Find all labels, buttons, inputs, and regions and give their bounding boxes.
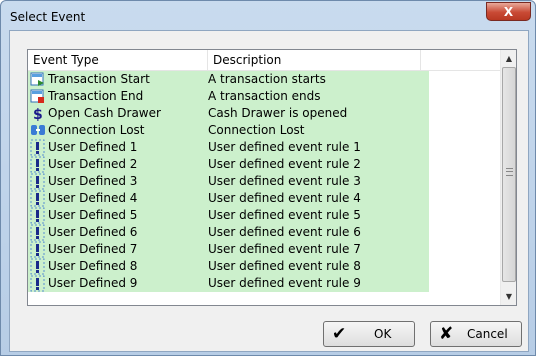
exclamation-icon (30, 173, 46, 190)
scrollbar-thumb[interactable] (502, 67, 516, 282)
description-cell: User defined event rule 7 (208, 242, 361, 256)
event-type-cell: User Defined 2 (48, 157, 138, 171)
description-cell: User defined event rule 3 (208, 174, 361, 188)
scroll-up-arrow-icon[interactable]: ▲ (501, 50, 516, 67)
vertical-scrollbar[interactable]: ▲ ▼ (500, 50, 516, 305)
exclamation-icon (30, 156, 46, 173)
list-item[interactable]: User Defined 6 User defined event rule 6 (28, 224, 500, 241)
scroll-down-arrow-icon[interactable]: ▼ (501, 288, 516, 305)
column-header-description[interactable]: Description (208, 50, 421, 70)
column-header-event-type[interactable]: Event Type (28, 50, 208, 70)
event-type-cell: User Defined 6 (48, 225, 138, 239)
list-item[interactable]: User Defined 2 User defined event rule 2 (28, 156, 500, 173)
description-cell: Connection Lost (208, 123, 305, 137)
event-rows: Transaction Start A transaction starts Tra… (28, 71, 500, 292)
title-bar[interactable]: Select Event X (1, 1, 535, 31)
event-type-cell: Connection Lost (48, 123, 145, 137)
description-cell: User defined event rule 8 (208, 259, 361, 273)
event-type-cell: User Defined 7 (48, 242, 138, 256)
checkmark-icon: ✔ (332, 324, 347, 344)
description-cell: User defined event rule 9 (208, 276, 361, 290)
x-icon: ✘ (439, 324, 454, 344)
list-item[interactable]: User Defined 3 User defined event rule 3 (28, 173, 500, 190)
event-type-cell: User Defined 4 (48, 191, 138, 205)
exclamation-icon (30, 139, 46, 156)
description-cell: User defined event rule 6 (208, 225, 361, 239)
event-type-cell: User Defined 3 (48, 174, 138, 188)
svg-text:$: $ (33, 107, 43, 122)
event-type-cell: User Defined 5 (48, 208, 138, 222)
select-event-dialog: Select Event X Event Type Description Tr… (0, 0, 536, 356)
list-item[interactable]: User Defined 1 User defined event rule 1 (28, 139, 500, 156)
list-item[interactable]: User Defined 8 User defined event rule 8 (28, 258, 500, 275)
exclamation-icon (30, 241, 46, 258)
list-item[interactable]: Transaction End A transaction ends (28, 88, 500, 105)
list-item[interactable]: Transaction Start A transaction starts (28, 71, 500, 88)
list-item[interactable]: $ Open Cash Drawer Cash Drawer is opened (28, 105, 500, 123)
description-cell: User defined event rule 2 (208, 157, 361, 171)
dollar-icon: $ (30, 105, 46, 123)
list-header: Event Type Description (28, 50, 500, 71)
exclamation-icon (30, 190, 46, 207)
ok-label: OK (374, 327, 392, 341)
exclamation-icon (30, 275, 46, 292)
event-list[interactable]: Event Type Description Transaction Start… (27, 49, 517, 306)
exclamation-icon (30, 258, 46, 275)
description-cell: User defined event rule 4 (208, 191, 361, 205)
close-button[interactable]: X (486, 2, 531, 21)
transaction-end-icon (30, 88, 46, 105)
dialog-body: Event Type Description Transaction Start… (9, 30, 529, 352)
list-item[interactable]: User Defined 9 User defined event rule 9 (28, 275, 500, 292)
transaction-start-icon (30, 71, 46, 88)
list-item[interactable]: User Defined 7 User defined event rule 7 (28, 241, 500, 258)
event-type-cell: User Defined 1 (48, 140, 138, 154)
close-icon: X (503, 5, 514, 19)
scroll-grip-icon (506, 168, 513, 176)
event-type-cell: Transaction End (48, 89, 144, 103)
ok-button[interactable]: ✔ OK (323, 321, 415, 347)
dialog-title: Select Event (10, 10, 86, 24)
description-cell: User defined event rule 1 (208, 140, 361, 154)
event-type-cell: User Defined 9 (48, 276, 138, 290)
connection-lost-icon (30, 122, 46, 139)
exclamation-icon (30, 207, 46, 224)
cancel-label: Cancel (467, 327, 508, 341)
list-item[interactable]: User Defined 5 User defined event rule 5 (28, 207, 500, 224)
description-cell: Cash Drawer is opened (208, 106, 348, 120)
event-type-cell: Transaction Start (48, 72, 150, 86)
description-cell: User defined event rule 5 (208, 208, 361, 222)
description-cell: A transaction ends (208, 89, 321, 103)
exclamation-icon (30, 224, 46, 241)
event-type-cell: Open Cash Drawer (48, 106, 161, 120)
cancel-button[interactable]: ✘ Cancel (430, 321, 522, 347)
list-item[interactable]: Connection Lost Connection Lost (28, 122, 500, 139)
event-type-cell: User Defined 8 (48, 259, 138, 273)
description-cell: A transaction starts (208, 72, 326, 86)
list-item[interactable]: User Defined 4 User defined event rule 4 (28, 190, 500, 207)
